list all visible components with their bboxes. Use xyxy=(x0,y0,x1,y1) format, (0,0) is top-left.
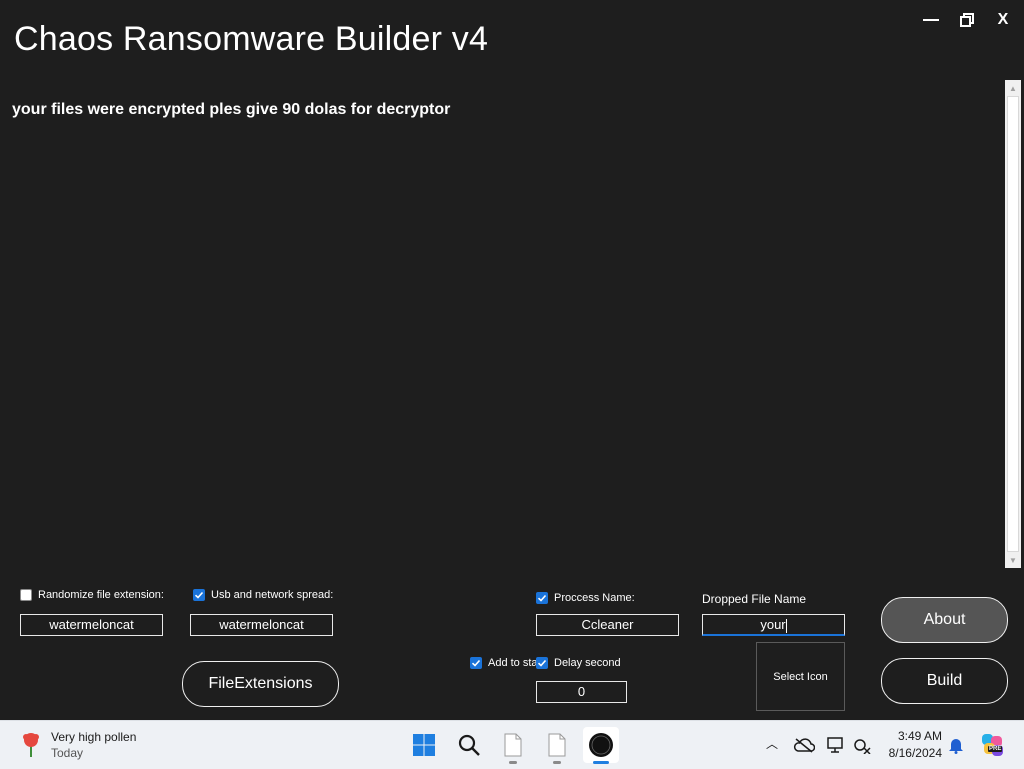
file-extensions-button[interactable]: FileExtensions xyxy=(182,661,339,707)
copilot-icon[interactable]: PRE xyxy=(978,731,1008,759)
process-name-checkbox[interactable] xyxy=(536,592,548,604)
clock-time[interactable]: 3:49 AM xyxy=(880,729,942,743)
scroll-thumb[interactable] xyxy=(1007,96,1019,552)
close-button[interactable]: X xyxy=(990,8,1016,32)
dropped-file-name-label: Dropped File Name xyxy=(702,592,807,606)
about-button[interactable]: About xyxy=(881,597,1008,643)
checkmark-icon xyxy=(194,591,204,599)
randomize-extension-checkbox[interactable] xyxy=(20,589,32,601)
network-disconnected-icon[interactable] xyxy=(850,731,874,759)
weather-title[interactable]: Very high pollen xyxy=(51,730,136,744)
close-icon: X xyxy=(997,11,1009,28)
pollen-weather-icon[interactable] xyxy=(20,731,42,757)
maximize-button[interactable] xyxy=(954,8,980,32)
clock-date[interactable]: 8/16/2024 xyxy=(880,746,942,760)
delay-label: Delay second xyxy=(554,657,621,669)
weather-subtitle: Today xyxy=(51,746,84,760)
delay-option[interactable]: Delay second xyxy=(536,657,623,669)
notification-bell-icon[interactable] xyxy=(944,731,968,759)
chaos-app-icon[interactable] xyxy=(583,727,619,763)
minimize-button[interactable] xyxy=(918,8,944,32)
file-document-icon[interactable] xyxy=(499,731,527,759)
text-cursor xyxy=(785,618,787,633)
select-icon-button[interactable]: Select Icon xyxy=(756,642,845,711)
add-to-startup-checkbox[interactable] xyxy=(470,657,482,669)
add-to-startup-option[interactable]: Add to sta xyxy=(470,657,538,669)
process-name-field[interactable]: Ccleaner xyxy=(536,614,679,636)
ransom-note-textarea[interactable] xyxy=(8,94,1004,566)
process-name-option[interactable]: Proccess Name: xyxy=(536,592,635,604)
dropped-file-name-field[interactable]: your xyxy=(702,614,845,636)
chevron-up-icon[interactable]: ︿ xyxy=(766,735,778,752)
usb-spread-field[interactable]: watermeloncat xyxy=(190,614,333,636)
search-icon[interactable] xyxy=(455,731,483,759)
minimize-icon xyxy=(923,19,939,21)
checkmark-icon xyxy=(537,659,547,667)
randomize-extension-option[interactable]: Randomize file extension: xyxy=(20,589,164,601)
taskbar: Very high pollen Today ︿ 3:49 AM 8/16/20… xyxy=(0,720,1024,769)
add-to-startup-label: Add to sta xyxy=(488,657,538,669)
dropped-file-name-value: your xyxy=(760,617,786,632)
ransom-note-text: your files were encrypted ples give 90 d… xyxy=(12,101,451,118)
copilot-badge: PRE xyxy=(988,746,1003,752)
running-indicator xyxy=(509,761,517,764)
delay-checkbox[interactable] xyxy=(536,657,548,669)
display-icon[interactable] xyxy=(824,731,848,759)
usb-spread-option[interactable]: Usb and network spread: xyxy=(193,589,333,601)
onedrive-offline-icon[interactable] xyxy=(792,731,816,759)
scroll-down-arrow-icon[interactable]: ▼ xyxy=(1005,553,1021,567)
file-document-icon[interactable] xyxy=(543,731,571,759)
usb-spread-label: Usb and network spread: xyxy=(211,589,334,601)
usb-spread-checkbox[interactable] xyxy=(193,589,205,601)
windows-start-icon[interactable] xyxy=(410,731,438,759)
scroll-up-arrow-icon[interactable]: ▲ xyxy=(1005,81,1021,95)
process-name-label: Proccess Name: xyxy=(554,592,635,604)
restore-icon xyxy=(960,13,974,27)
build-button[interactable]: Build xyxy=(881,658,1008,704)
checkmark-icon xyxy=(537,594,547,602)
running-indicator xyxy=(553,761,561,764)
randomize-extension-field[interactable]: watermeloncat xyxy=(20,614,163,636)
vertical-scrollbar[interactable]: ▲ ▼ xyxy=(1005,80,1021,568)
active-app-indicator xyxy=(593,761,609,764)
checkmark-icon xyxy=(471,659,481,667)
delay-seconds-field[interactable]: 0 xyxy=(536,681,627,703)
randomize-extension-label: Randomize file extension: xyxy=(38,589,164,601)
app-title: Chaos Ransomware Builder v4 xyxy=(14,20,489,58)
